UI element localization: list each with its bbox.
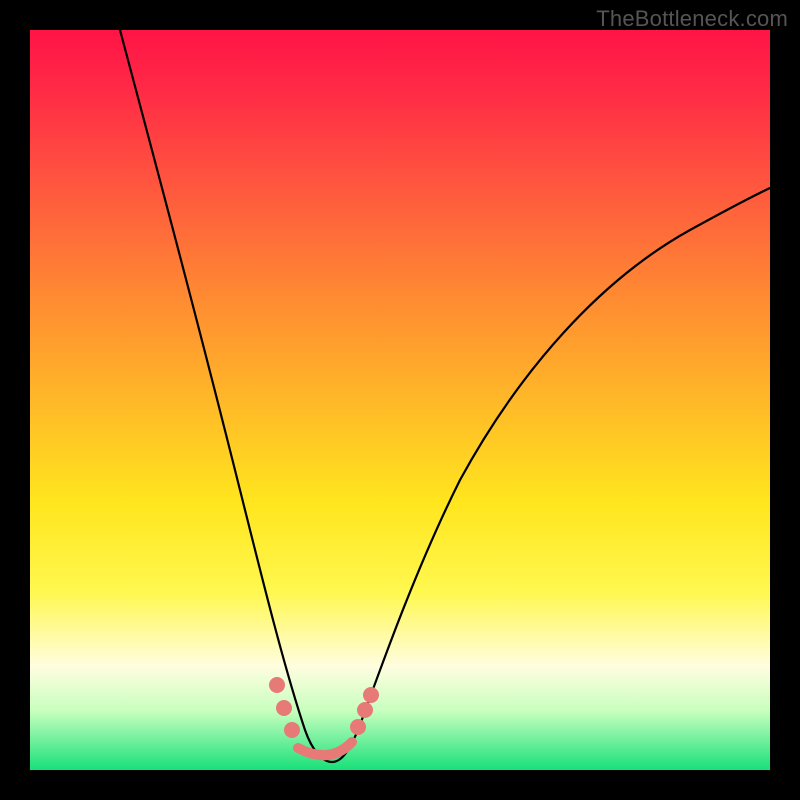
chart-container: TheBottleneck.com [0,0,800,800]
curve-svg [30,30,770,770]
marker-dot [276,700,292,716]
marker-dot [363,687,379,703]
highlight-bottom-segment [298,742,352,755]
marker-dot [350,719,366,735]
plot-area [30,30,770,770]
marker-dot [269,677,285,693]
marker-dot [284,722,300,738]
bottleneck-curve [120,30,770,762]
watermark-text: TheBottleneck.com [596,6,788,32]
marker-dot [357,702,373,718]
